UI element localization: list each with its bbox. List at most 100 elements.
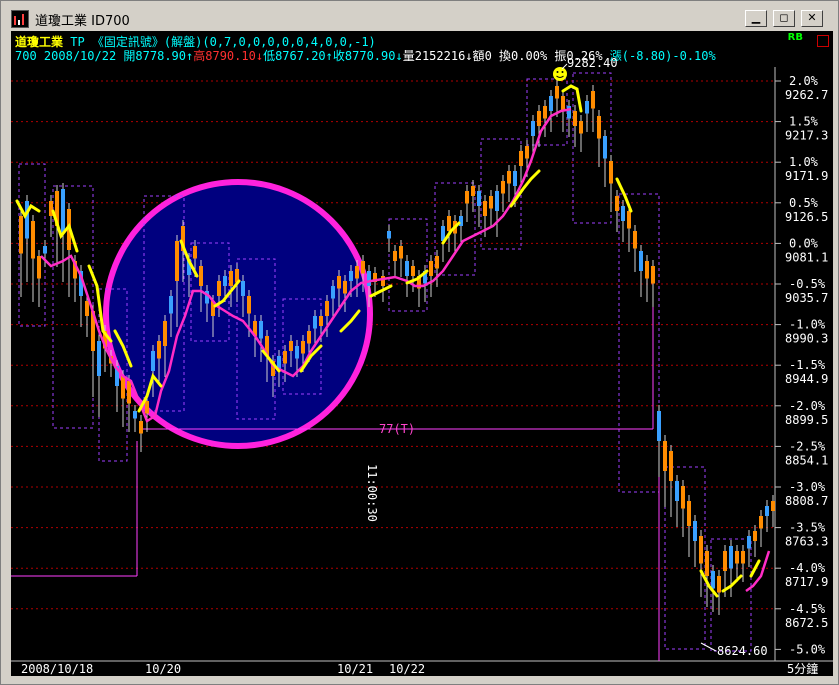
- price-tick-label: 8854.1: [785, 453, 828, 467]
- candle-body: [331, 286, 335, 299]
- pct-tick-label: 1.5%: [789, 115, 819, 129]
- price-tick-label: 8808.7: [785, 494, 828, 508]
- candle-body: [513, 171, 517, 186]
- candle-body: [343, 281, 347, 294]
- candle-body: [675, 481, 679, 501]
- price-tick-label: 9035.7: [785, 291, 828, 305]
- pct-tick-label: -4.5%: [789, 602, 826, 616]
- candle-body: [561, 96, 565, 111]
- candle-body: [361, 261, 365, 274]
- candle-body: [483, 201, 487, 216]
- candle-body: [325, 301, 329, 316]
- chart-area[interactable]: 道瓊工業 TP 《固定訊號》(解盤)(0,7,0,0,0,0,0,4,0,0,-…: [11, 31, 833, 676]
- candle-body: [19, 216, 23, 254]
- candle-body: [525, 146, 529, 159]
- candle-body: [681, 486, 685, 509]
- window-title: 道瓊工業 ID700: [35, 14, 130, 29]
- price-tick-label: 9217.3: [785, 129, 828, 143]
- candle-body: [121, 376, 125, 399]
- moving-average-yellow-segment: [721, 574, 743, 593]
- candle-body: [615, 196, 619, 211]
- candle-body: [151, 351, 155, 371]
- candle-body: [465, 191, 469, 204]
- high-marker: 9282.40: [567, 56, 618, 70]
- candle-body: [85, 301, 89, 316]
- candle-body: [765, 506, 769, 516]
- candle-body: [507, 171, 511, 184]
- pct-tick-label: -4.0%: [789, 561, 826, 575]
- price-tick-label: 9262.7: [785, 88, 828, 102]
- candle-body: [645, 261, 649, 279]
- candle-body: [393, 251, 397, 261]
- price-tick-label: 9171.9: [785, 169, 828, 183]
- candle-body: [753, 531, 757, 541]
- candle-body: [399, 246, 403, 259]
- candle-body: [247, 296, 251, 314]
- candle-body: [319, 316, 323, 326]
- candle-body: [573, 111, 577, 126]
- candle-body: [477, 191, 481, 206]
- candle-body: [355, 266, 359, 279]
- candle-body: [597, 116, 601, 139]
- candle-body: [223, 276, 227, 286]
- candle-body: [405, 261, 409, 276]
- chart-app-icon: [11, 10, 29, 28]
- candle-body: [699, 536, 703, 564]
- candle-body: [259, 321, 263, 339]
- smiley-eye: [561, 71, 564, 73]
- line-label: 77(T): [379, 422, 415, 436]
- candle-body: [723, 551, 727, 571]
- candle-body: [555, 86, 559, 99]
- date-label-1018: 2008/10/18: [21, 662, 93, 676]
- candle-body: [387, 231, 391, 239]
- pct-tick-label: -2.5%: [789, 439, 826, 453]
- candle-body: [411, 266, 415, 276]
- period-label[interactable]: 5分鐘: [787, 661, 818, 676]
- candle-body: [669, 451, 673, 481]
- price-tick-label: 8717.9: [785, 575, 828, 589]
- candle-body: [37, 256, 41, 279]
- close-button[interactable]: ✕: [801, 10, 823, 27]
- candle-body: [759, 516, 763, 529]
- title-bar[interactable]: 道瓊工業 ID700 ▁ ◻ ✕: [3, 3, 836, 31]
- candle-body: [31, 221, 35, 259]
- smiley-icon: [553, 67, 567, 81]
- candle-body: [621, 206, 625, 221]
- candle-body: [97, 341, 101, 376]
- candle-body: [591, 91, 595, 109]
- candle-body: [349, 271, 353, 281]
- candle-body: [307, 331, 311, 344]
- candle-body: [435, 256, 439, 269]
- date-label-1020: 10/20: [145, 662, 181, 676]
- smiley-eye: [556, 71, 559, 73]
- candle-body: [25, 201, 29, 239]
- candle-body: [163, 321, 167, 346]
- pct-tick-label: -3.0%: [789, 480, 826, 494]
- candle-body: [429, 261, 433, 276]
- application-window: 道瓊工業 ID700 ▁ ◻ ✕ 道瓊工業 TP 《固定訊號》(解盤)(0,7,…: [0, 0, 839, 685]
- price-axis-labels: 2.0%9262.7 1.5%9217.3 1.0%9171.9 0.5%9126.5…: [775, 74, 828, 656]
- candle-body: [717, 576, 721, 593]
- candle-body: [693, 521, 697, 541]
- candle-body: [519, 151, 523, 166]
- candle-body: [295, 346, 299, 359]
- price-tick-label: 8672.5: [785, 616, 828, 630]
- pct-tick-label: 1.0%: [789, 155, 819, 169]
- candle-body: [627, 211, 631, 229]
- restore-button[interactable]: ◻: [773, 10, 795, 27]
- candle-body: [705, 551, 709, 576]
- candle-body: [471, 186, 475, 196]
- candle-body: [741, 551, 745, 564]
- candle-body: [639, 251, 643, 271]
- candle-body: [175, 241, 179, 281]
- candle-body: [447, 216, 451, 231]
- candle-body: [609, 161, 613, 184]
- pct-tick-label: 0.5%: [789, 196, 819, 210]
- minimize-button[interactable]: ▁: [745, 10, 767, 27]
- candle-body: [43, 246, 47, 254]
- candlestick-plot[interactable]: 2.0%9262.7 1.5%9217.3 1.0%9171.9 0.5%9126.5…: [11, 31, 833, 676]
- candle-body: [283, 351, 287, 364]
- pct-tick-label: -1.0%: [789, 318, 826, 332]
- time-annotation: 11:00:30: [365, 464, 379, 522]
- candle-body: [289, 341, 293, 351]
